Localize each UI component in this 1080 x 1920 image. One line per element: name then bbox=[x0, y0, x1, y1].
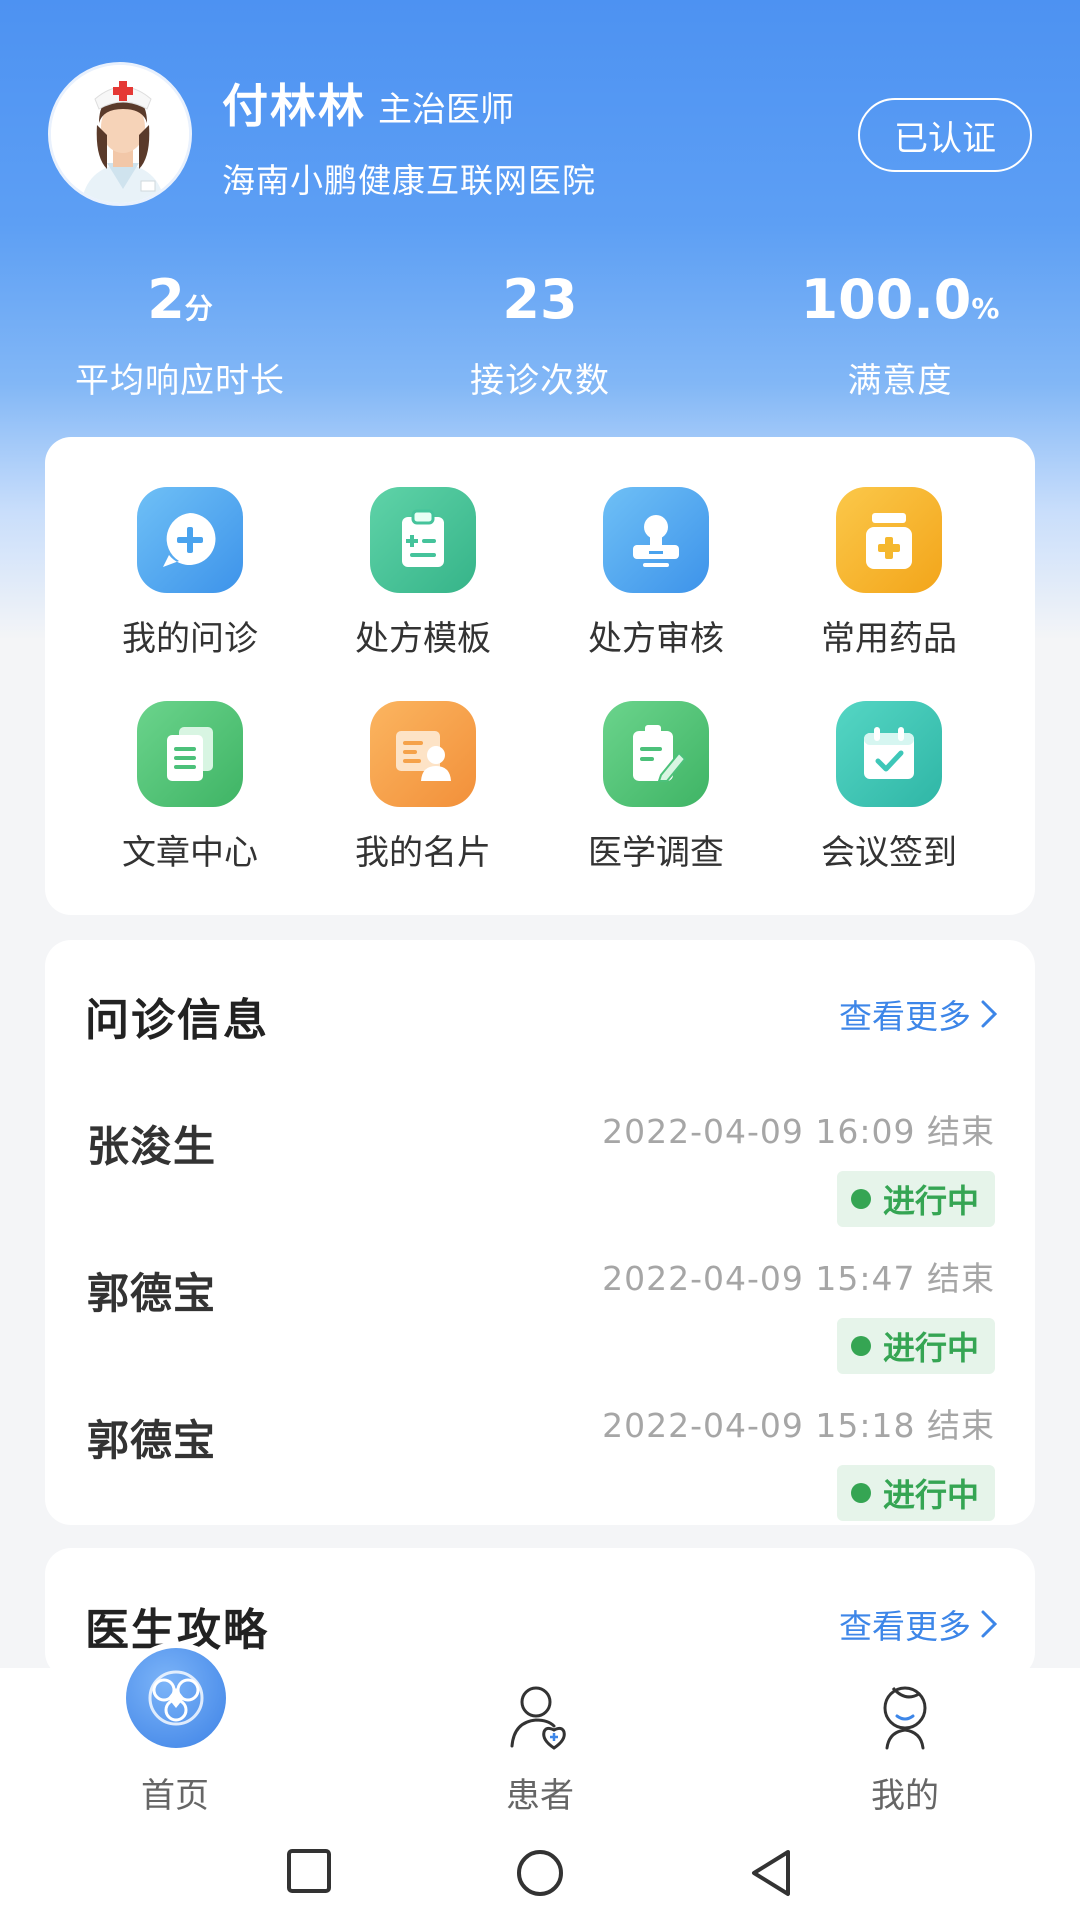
stat-label: 接诊次数 bbox=[470, 361, 610, 401]
function-article-center[interactable]: 文章中心 bbox=[90, 701, 290, 874]
tab-label: 我的 bbox=[871, 1776, 939, 1816]
function-label: 会议签到 bbox=[821, 833, 957, 873]
function-label: 处方审核 bbox=[588, 619, 724, 659]
chevron-right-icon bbox=[981, 1610, 998, 1638]
stats-row: 2分 平均响应时长 23 接诊次数 100.0% 满意度 bbox=[0, 268, 1080, 401]
stat-response-time[interactable]: 2分 平均响应时长 bbox=[30, 268, 330, 402]
survey-icon bbox=[603, 701, 709, 807]
back-triangle-icon[interactable] bbox=[748, 1848, 794, 1898]
bottom-tab-bar: 首页 患者 我的 bbox=[0, 1642, 1080, 1828]
consult-info-card: 问诊信息 查看更多 张浚生 2022-04-09 16:09 结束 进行中 郭德… bbox=[45, 940, 1035, 1525]
consult-bubble-icon bbox=[137, 487, 243, 593]
profile-icon bbox=[883, 1686, 927, 1750]
calendar-check-icon bbox=[836, 701, 942, 807]
business-card-icon bbox=[370, 701, 476, 807]
patient-name: 郭德宝 bbox=[87, 1416, 217, 1465]
chevron-right-icon bbox=[981, 1000, 998, 1028]
medicine-bottle-icon bbox=[836, 487, 942, 593]
more-label: 查看更多 bbox=[839, 997, 971, 1036]
consult-time: 2022-04-09 15:18 结束 bbox=[602, 1406, 995, 1445]
patient-icon bbox=[510, 1686, 566, 1750]
documents-icon bbox=[137, 701, 243, 807]
tab-label: 首页 bbox=[141, 1776, 209, 1816]
home-logo-icon bbox=[126, 1648, 226, 1748]
stamp-icon bbox=[603, 487, 709, 593]
home-circle-icon[interactable] bbox=[515, 1848, 565, 1898]
patient-name: 张浚生 bbox=[87, 1122, 217, 1171]
avatar[interactable] bbox=[48, 62, 192, 206]
system-nav-bar bbox=[0, 1828, 1080, 1920]
function-meeting-checkin[interactable]: 会议签到 bbox=[789, 701, 989, 874]
function-label: 我的问诊 bbox=[122, 619, 258, 659]
consult-time: 2022-04-09 16:09 结束 bbox=[602, 1112, 995, 1151]
consult-item[interactable]: 郭德宝 2022-04-09 15:18 结束 进行中 bbox=[45, 1399, 1035, 1539]
clipboard-icon bbox=[370, 487, 476, 593]
recent-apps-icon[interactable] bbox=[286, 1848, 332, 1894]
function-common-medicine[interactable]: 常用药品 bbox=[789, 487, 989, 660]
stat-value: 2 bbox=[147, 268, 185, 331]
function-business-card[interactable]: 我的名片 bbox=[323, 701, 523, 874]
function-medical-survey[interactable]: 医学调查 bbox=[556, 701, 756, 874]
status-label: 进行中 bbox=[882, 1476, 979, 1514]
status-dot-icon bbox=[850, 1336, 871, 1356]
stat-unit: 分 bbox=[184, 292, 213, 325]
function-label: 常用药品 bbox=[821, 619, 957, 659]
status-badge: 进行中 bbox=[836, 1318, 995, 1374]
function-my-consult[interactable]: 我的问诊 bbox=[90, 487, 290, 660]
stat-label: 平均响应时长 bbox=[75, 361, 285, 401]
patient-name: 郭德宝 bbox=[87, 1269, 217, 1318]
more-label: 查看更多 bbox=[839, 1607, 971, 1646]
hospital-name: 海南小鹏健康互联网医院 bbox=[222, 161, 596, 200]
stat-unit: % bbox=[971, 292, 1000, 325]
function-label: 医学调查 bbox=[588, 833, 724, 873]
function-label: 我的名片 bbox=[355, 833, 491, 873]
function-grid: 我的问诊 处方模板 处方审核 常用药品 文章中心 我的名片 医学调查 会议签到 bbox=[45, 437, 1035, 915]
doctor-name: 付林林 bbox=[222, 79, 366, 133]
certified-button[interactable]: 已认证 bbox=[858, 98, 1032, 172]
section-title: 问诊信息 bbox=[85, 995, 269, 1046]
doctor-profile: 付林林 主治医师 海南小鹏健康互联网医院 已认证 bbox=[48, 62, 1032, 212]
status-label: 进行中 bbox=[882, 1329, 979, 1367]
function-prescription-review[interactable]: 处方审核 bbox=[556, 487, 756, 660]
guide-more-link[interactable]: 查看更多 bbox=[839, 1600, 999, 1648]
function-prescription-template[interactable]: 处方模板 bbox=[323, 487, 523, 660]
doctor-avatar-icon bbox=[51, 65, 189, 203]
home-logo bbox=[120, 1642, 232, 1754]
doctor-title: 主治医师 bbox=[378, 90, 514, 130]
status-badge: 进行中 bbox=[836, 1171, 995, 1227]
stat-label: 满意度 bbox=[847, 361, 953, 401]
tab-label: 患者 bbox=[506, 1776, 574, 1816]
status-label: 进行中 bbox=[882, 1182, 979, 1220]
function-label: 文章中心 bbox=[122, 833, 258, 873]
status-badge: 进行中 bbox=[836, 1465, 995, 1521]
stat-consult-count[interactable]: 23 接诊次数 bbox=[390, 268, 690, 402]
stat-value: 100.0 bbox=[800, 268, 972, 331]
function-label: 处方模板 bbox=[355, 619, 491, 659]
status-dot-icon bbox=[850, 1189, 871, 1209]
consult-time: 2022-04-09 15:47 结束 bbox=[602, 1259, 995, 1298]
consult-item[interactable]: 张浚生 2022-04-09 16:09 结束 进行中 bbox=[45, 1105, 1035, 1245]
status-dot-icon bbox=[850, 1483, 871, 1503]
consult-more-link[interactable]: 查看更多 bbox=[839, 990, 999, 1038]
stat-satisfaction[interactable]: 100.0% 满意度 bbox=[750, 268, 1050, 402]
stat-value: 23 bbox=[502, 268, 578, 331]
consult-item[interactable]: 郭德宝 2022-04-09 15:47 结束 进行中 bbox=[45, 1252, 1035, 1392]
